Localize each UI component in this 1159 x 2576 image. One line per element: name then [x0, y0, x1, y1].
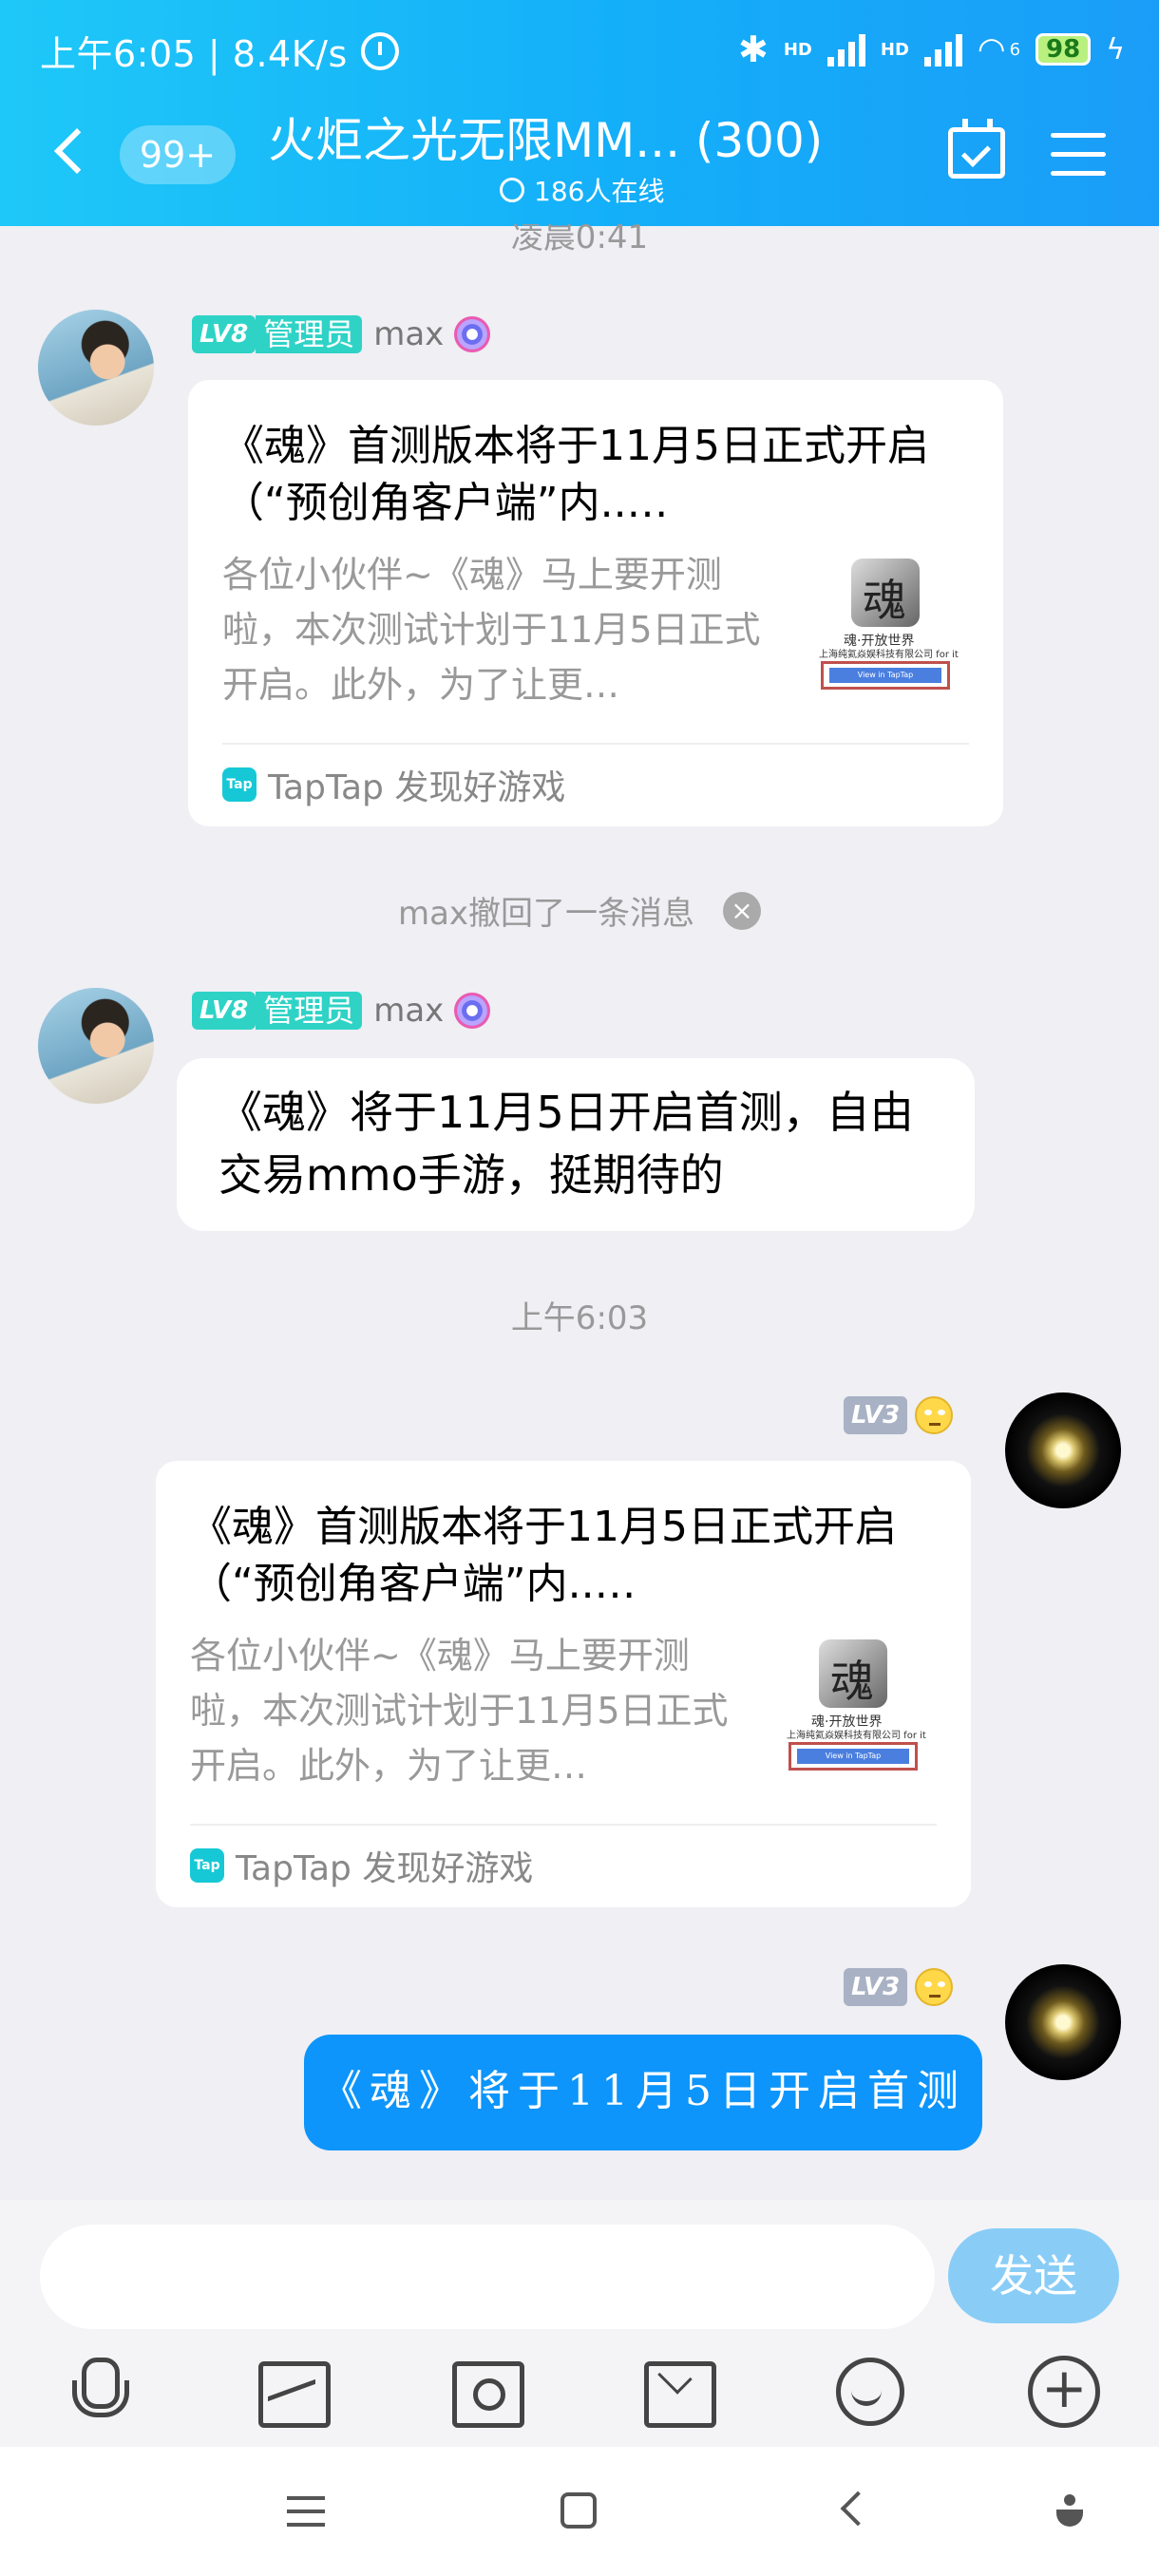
level-badge: LV3 [844, 1396, 908, 1434]
input-bar: 发送 [0, 2200, 1159, 2447]
system-nav-bar [0, 2447, 1159, 2576]
timestamp: 上午6:03 [510, 1299, 649, 1337]
signal-hd-label-2: HD [880, 39, 909, 60]
image-icon[interactable] [253, 2352, 331, 2428]
home-icon[interactable] [560, 2492, 597, 2529]
wifi-icon: ◠ [977, 30, 1006, 68]
sender-info: LV3 [844, 1968, 954, 2006]
card-thumbnail: 魂·开放世界 上海纯氦焱娱科技有限公司 for it [783, 1632, 935, 1784]
card-source: Tap TapTap 发现好游戏 [222, 760, 565, 809]
recall-text: max撤回了一条消息 [397, 895, 695, 933]
calendar-check-icon[interactable] [948, 119, 1005, 179]
taptap-icon: Tap [190, 1848, 224, 1883]
level-badge: LV8 [192, 992, 256, 1030]
role-badge: 管理员 [256, 315, 363, 353]
red-packet-icon[interactable] [638, 2352, 716, 2428]
swirl-badge-icon [451, 313, 494, 355]
game-logo-icon [819, 1639, 887, 1710]
divider [222, 743, 969, 745]
emoji-badge-icon [915, 1968, 954, 2006]
page-title[interactable]: 火炬之光无限MM... (300) [268, 103, 823, 171]
thumbnail-button [788, 1742, 918, 1771]
sender-info: LV3 [844, 1396, 954, 1434]
sender-name[interactable]: max [373, 992, 444, 1030]
link-card[interactable]: 《魂》首测版本将于11月5日正式开启（“预创角客户端”内..… 各位小伙伴~《魂… [156, 1461, 971, 1907]
send-button[interactable]: 发送 [948, 2228, 1119, 2323]
recall-notice: max撤回了一条消息 × [0, 887, 1159, 934]
card-thumbnail: 魂·开放世界 上海纯氦焱娱科技有限公司 for it [815, 551, 967, 703]
taptap-icon: Tap [222, 767, 256, 802]
avatar[interactable] [38, 310, 154, 426]
close-icon[interactable]: × [723, 891, 762, 930]
signal-icon-2 [923, 32, 962, 66]
plus-icon[interactable] [1024, 2352, 1100, 2428]
card-description: 各位小伙伴~《魂》马上要开测啦，本次测试计划于11月5日正式开启。此外，为了让更… [190, 1635, 729, 1787]
microphone-icon[interactable] [59, 2352, 135, 2428]
menu-icon[interactable] [1051, 133, 1106, 190]
card-source: Tap TapTap 发现好游戏 [190, 1841, 533, 1890]
card-title: 《魂》首测版本将于11月5日正式开启（“预创角客户端”内..… [222, 422, 929, 527]
card-source-text: TapTap 发现好游戏 [268, 768, 566, 807]
alarm-icon [360, 31, 399, 70]
chat-header: 上午6:05 | 8.4K/s ✱ HD HD ◠ 6 98 ϟ 99+ 火炬之… [0, 0, 1159, 226]
status-bar-right: ✱ HD HD ◠ 6 98 ϟ [738, 28, 1125, 70]
sender-info: LV8 管理员 max [192, 313, 494, 355]
signal-hd-label-1: HD [783, 39, 812, 60]
emoji-badge-icon [915, 1396, 954, 1434]
sender-name[interactable]: max [373, 315, 444, 353]
message-bubble[interactable]: 《魂》将于11月5日开启首测，自由交易mmo手游，挺期待的 [177, 1058, 975, 1231]
signal-icon-1 [826, 32, 865, 66]
battery-icon: 98 [1036, 33, 1092, 66]
level-badge: LV8 [192, 315, 256, 353]
thumbnail-publisher: 上海纯氦焱娱科技有限公司 for it [819, 650, 959, 660]
card-description: 各位小伙伴~《魂》马上要开测啦，本次测试计划于11月5日正式开启。此外，为了让更… [222, 554, 761, 706]
unread-badge[interactable]: 99+ [120, 125, 236, 184]
menu-icon[interactable] [287, 2496, 325, 2536]
emoji-icon[interactable] [830, 2352, 906, 2428]
check-circle-icon [500, 178, 524, 202]
avatar[interactable] [1005, 1964, 1121, 2080]
divider [190, 1824, 937, 1826]
status-time-speed: 上午6:05 | 8.4K/s [40, 33, 348, 75]
level-badge: LV3 [844, 1968, 908, 2006]
back-button[interactable] [53, 127, 101, 175]
online-count: 186人在线 [500, 171, 664, 209]
back-icon[interactable] [840, 2491, 876, 2527]
online-count-text: 186人在线 [534, 176, 665, 207]
message-input[interactable] [40, 2225, 935, 2329]
accessibility-icon[interactable] [1054, 2494, 1085, 2529]
avatar[interactable] [1005, 1392, 1121, 1508]
thumbnail-publisher: 上海纯氦焱娱科技有限公司 for it [787, 1731, 926, 1741]
game-logo-icon [851, 559, 920, 629]
status-bar-left: 上午6:05 | 8.4K/s [40, 25, 399, 77]
wifi-sub-label: 6 [1009, 39, 1021, 60]
message-bubble[interactable]: 《魂》将于11月5日开启首测 [304, 2035, 982, 2150]
thumbnail-button [821, 661, 950, 690]
card-source-text: TapTap 发现好游戏 [236, 1849, 534, 1888]
sender-info: LV8 管理员 max [192, 990, 494, 1032]
charging-icon: ϟ [1106, 32, 1125, 66]
card-title: 《魂》首测版本将于11月5日正式开启（“预创角客户端”内..… [190, 1503, 897, 1608]
role-badge: 管理员 [256, 992, 363, 1030]
link-card[interactable]: 《魂》首测版本将于11月5日正式开启（“预创角客户端”内..… 各位小伙伴~《魂… [188, 380, 1003, 826]
bluetooth-icon: ✱ [738, 28, 769, 70]
swirl-badge-icon [451, 990, 494, 1032]
avatar[interactable] [38, 988, 154, 1104]
camera-icon[interactable] [446, 2352, 524, 2428]
